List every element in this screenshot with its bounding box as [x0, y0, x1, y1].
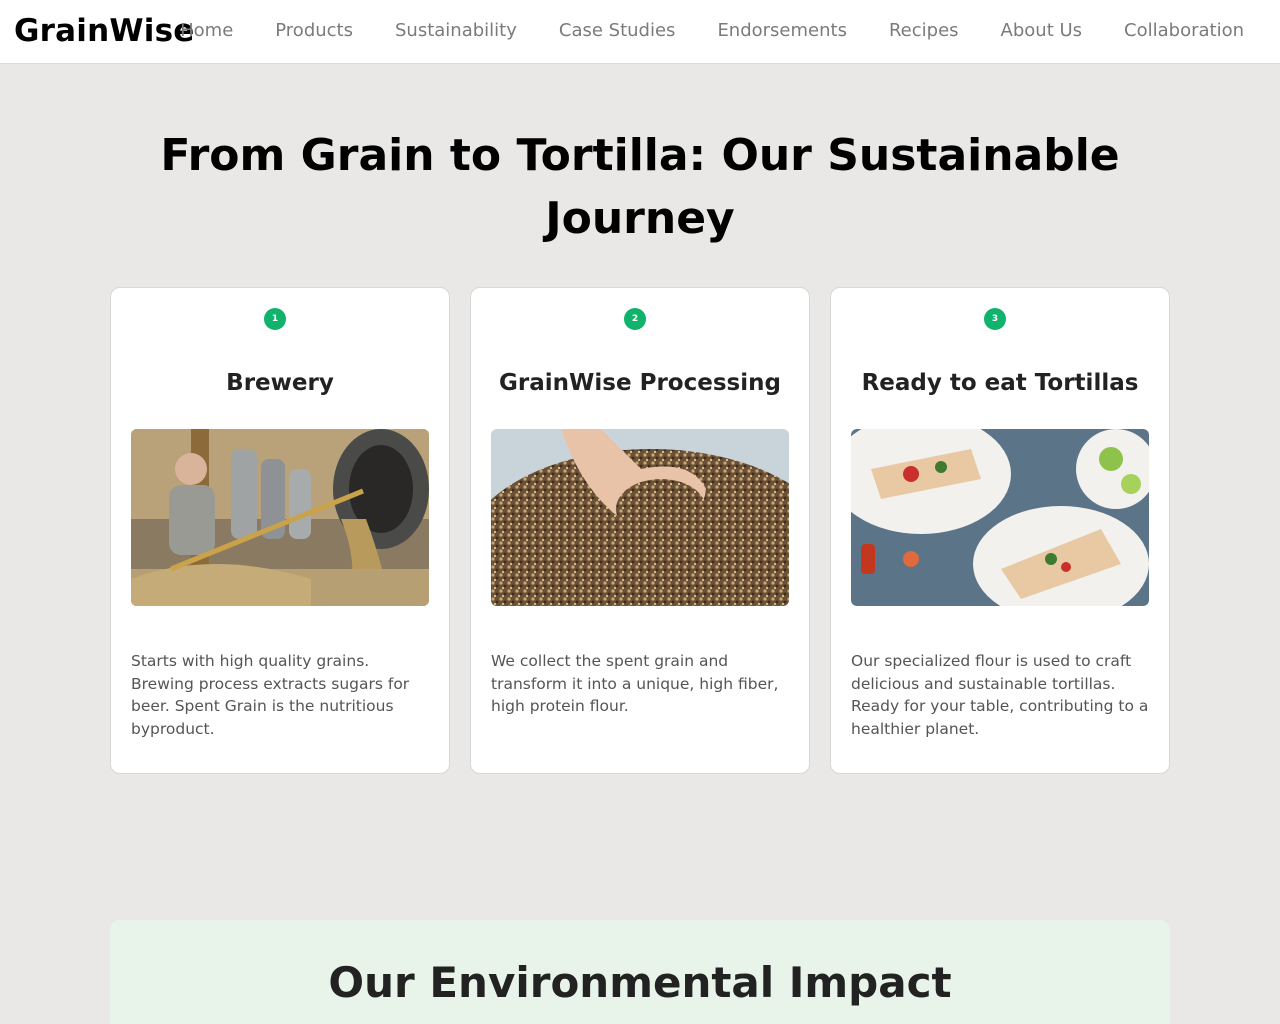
step-number-badge: 1	[264, 308, 286, 330]
section-title: Our Environmental Impact	[328, 958, 952, 1007]
step-description: We collect the spent grain and transform…	[491, 652, 779, 715]
step-description: Our specialized flour is used to craft d…	[851, 652, 1149, 738]
top-navbar: GrainWise Home Products Sustainability C…	[0, 0, 1280, 64]
nav-link-sustainability[interactable]: Sustainability	[395, 20, 517, 41]
step-number-badge: 2	[624, 308, 646, 330]
nav-link-home[interactable]: Home	[180, 20, 233, 41]
step-description: Starts with high quality grains. Brewing…	[131, 652, 410, 738]
nav-link-about-us[interactable]: About Us	[1001, 20, 1083, 41]
hand-holding-spent-grain-photo	[491, 429, 789, 606]
environmental-impact-section: Our Environmental Impact	[110, 920, 1170, 1024]
tortilla-wraps-on-plates-photo	[851, 429, 1149, 606]
page-title: From Grain to Tortilla: Our Sustainable …	[160, 130, 1120, 244]
brewer-shoveling-spent-grain-photo	[131, 429, 429, 606]
nav-link-case-studies[interactable]: Case Studies	[559, 20, 676, 41]
journey-step-card-brewery: 1 Brewery Starts with high quality grain…	[110, 287, 450, 774]
step-title: Ready to eat Tortillas	[861, 370, 1139, 396]
nav-link-endorsements[interactable]: Endorsements	[717, 20, 847, 41]
step-title: Brewery	[226, 370, 334, 396]
nav-link-recipes[interactable]: Recipes	[889, 20, 959, 41]
step-number-badge: 3	[984, 308, 1006, 330]
nav-links: Home Products Sustainability Case Studie…	[180, 20, 1244, 41]
journey-step-card-processing: 2 GrainWise Processing We collect the sp…	[470, 287, 810, 774]
nav-link-collaboration[interactable]: Collaboration	[1124, 20, 1244, 41]
step-title: GrainWise Processing	[499, 370, 781, 396]
journey-step-card-tortillas: 3 Ready to eat Tortillas Our specialized…	[830, 287, 1170, 774]
brand-logo[interactable]: GrainWise	[14, 13, 194, 49]
nav-link-products[interactable]: Products	[275, 20, 353, 41]
